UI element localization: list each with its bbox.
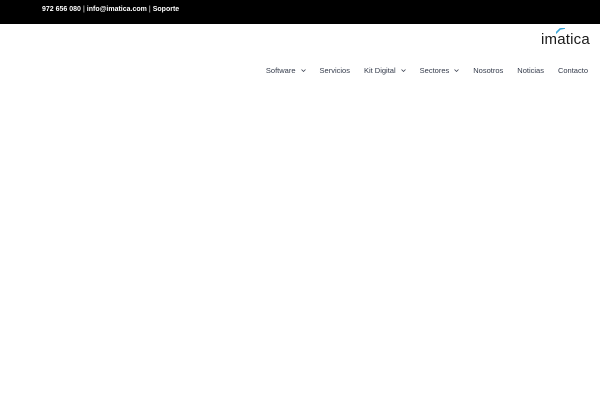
site-logo[interactable]: imatica [541,28,593,48]
nav-item-label: Servicios [319,66,350,75]
chevron-down-icon [454,68,460,72]
nav-item-label: Software [265,66,296,75]
nav-item-noticias[interactable]: Noticias [517,66,544,75]
nav-item-sectores[interactable]: Sectores [420,66,460,75]
support-link[interactable]: Soporte [153,6,179,13]
nav-item-label: Contacto [557,66,588,75]
nav-item-servicios[interactable]: Servicios [320,66,350,75]
nav-item-label: Kit Digital [363,66,396,75]
nav-item-label: Nosotros [473,66,504,75]
nav-item-label: Sectores [419,66,450,75]
chevron-down-icon [300,68,306,72]
nav-item-nosotros[interactable]: Nosotros [473,66,503,75]
main-nav: Software Servicios Kit Digital Sectores … [266,66,588,75]
chevron-down-icon [400,68,406,72]
top-bar: 972 656 080 | info@imatica.com | Soporte [0,0,600,24]
nav-item-software[interactable]: Software [266,66,306,75]
nav-item-contacto[interactable]: Contacto [558,66,588,75]
logo-text: imatica [541,31,590,48]
nav-item-kit-digital[interactable]: Kit Digital [364,66,406,75]
email-link[interactable]: info@imatica.com [87,6,147,13]
phone-link[interactable]: 972 656 080 [42,6,81,13]
nav-item-label: Noticias [517,66,544,75]
contact-info: 972 656 080 | info@imatica.com | Soporte [42,5,179,14]
